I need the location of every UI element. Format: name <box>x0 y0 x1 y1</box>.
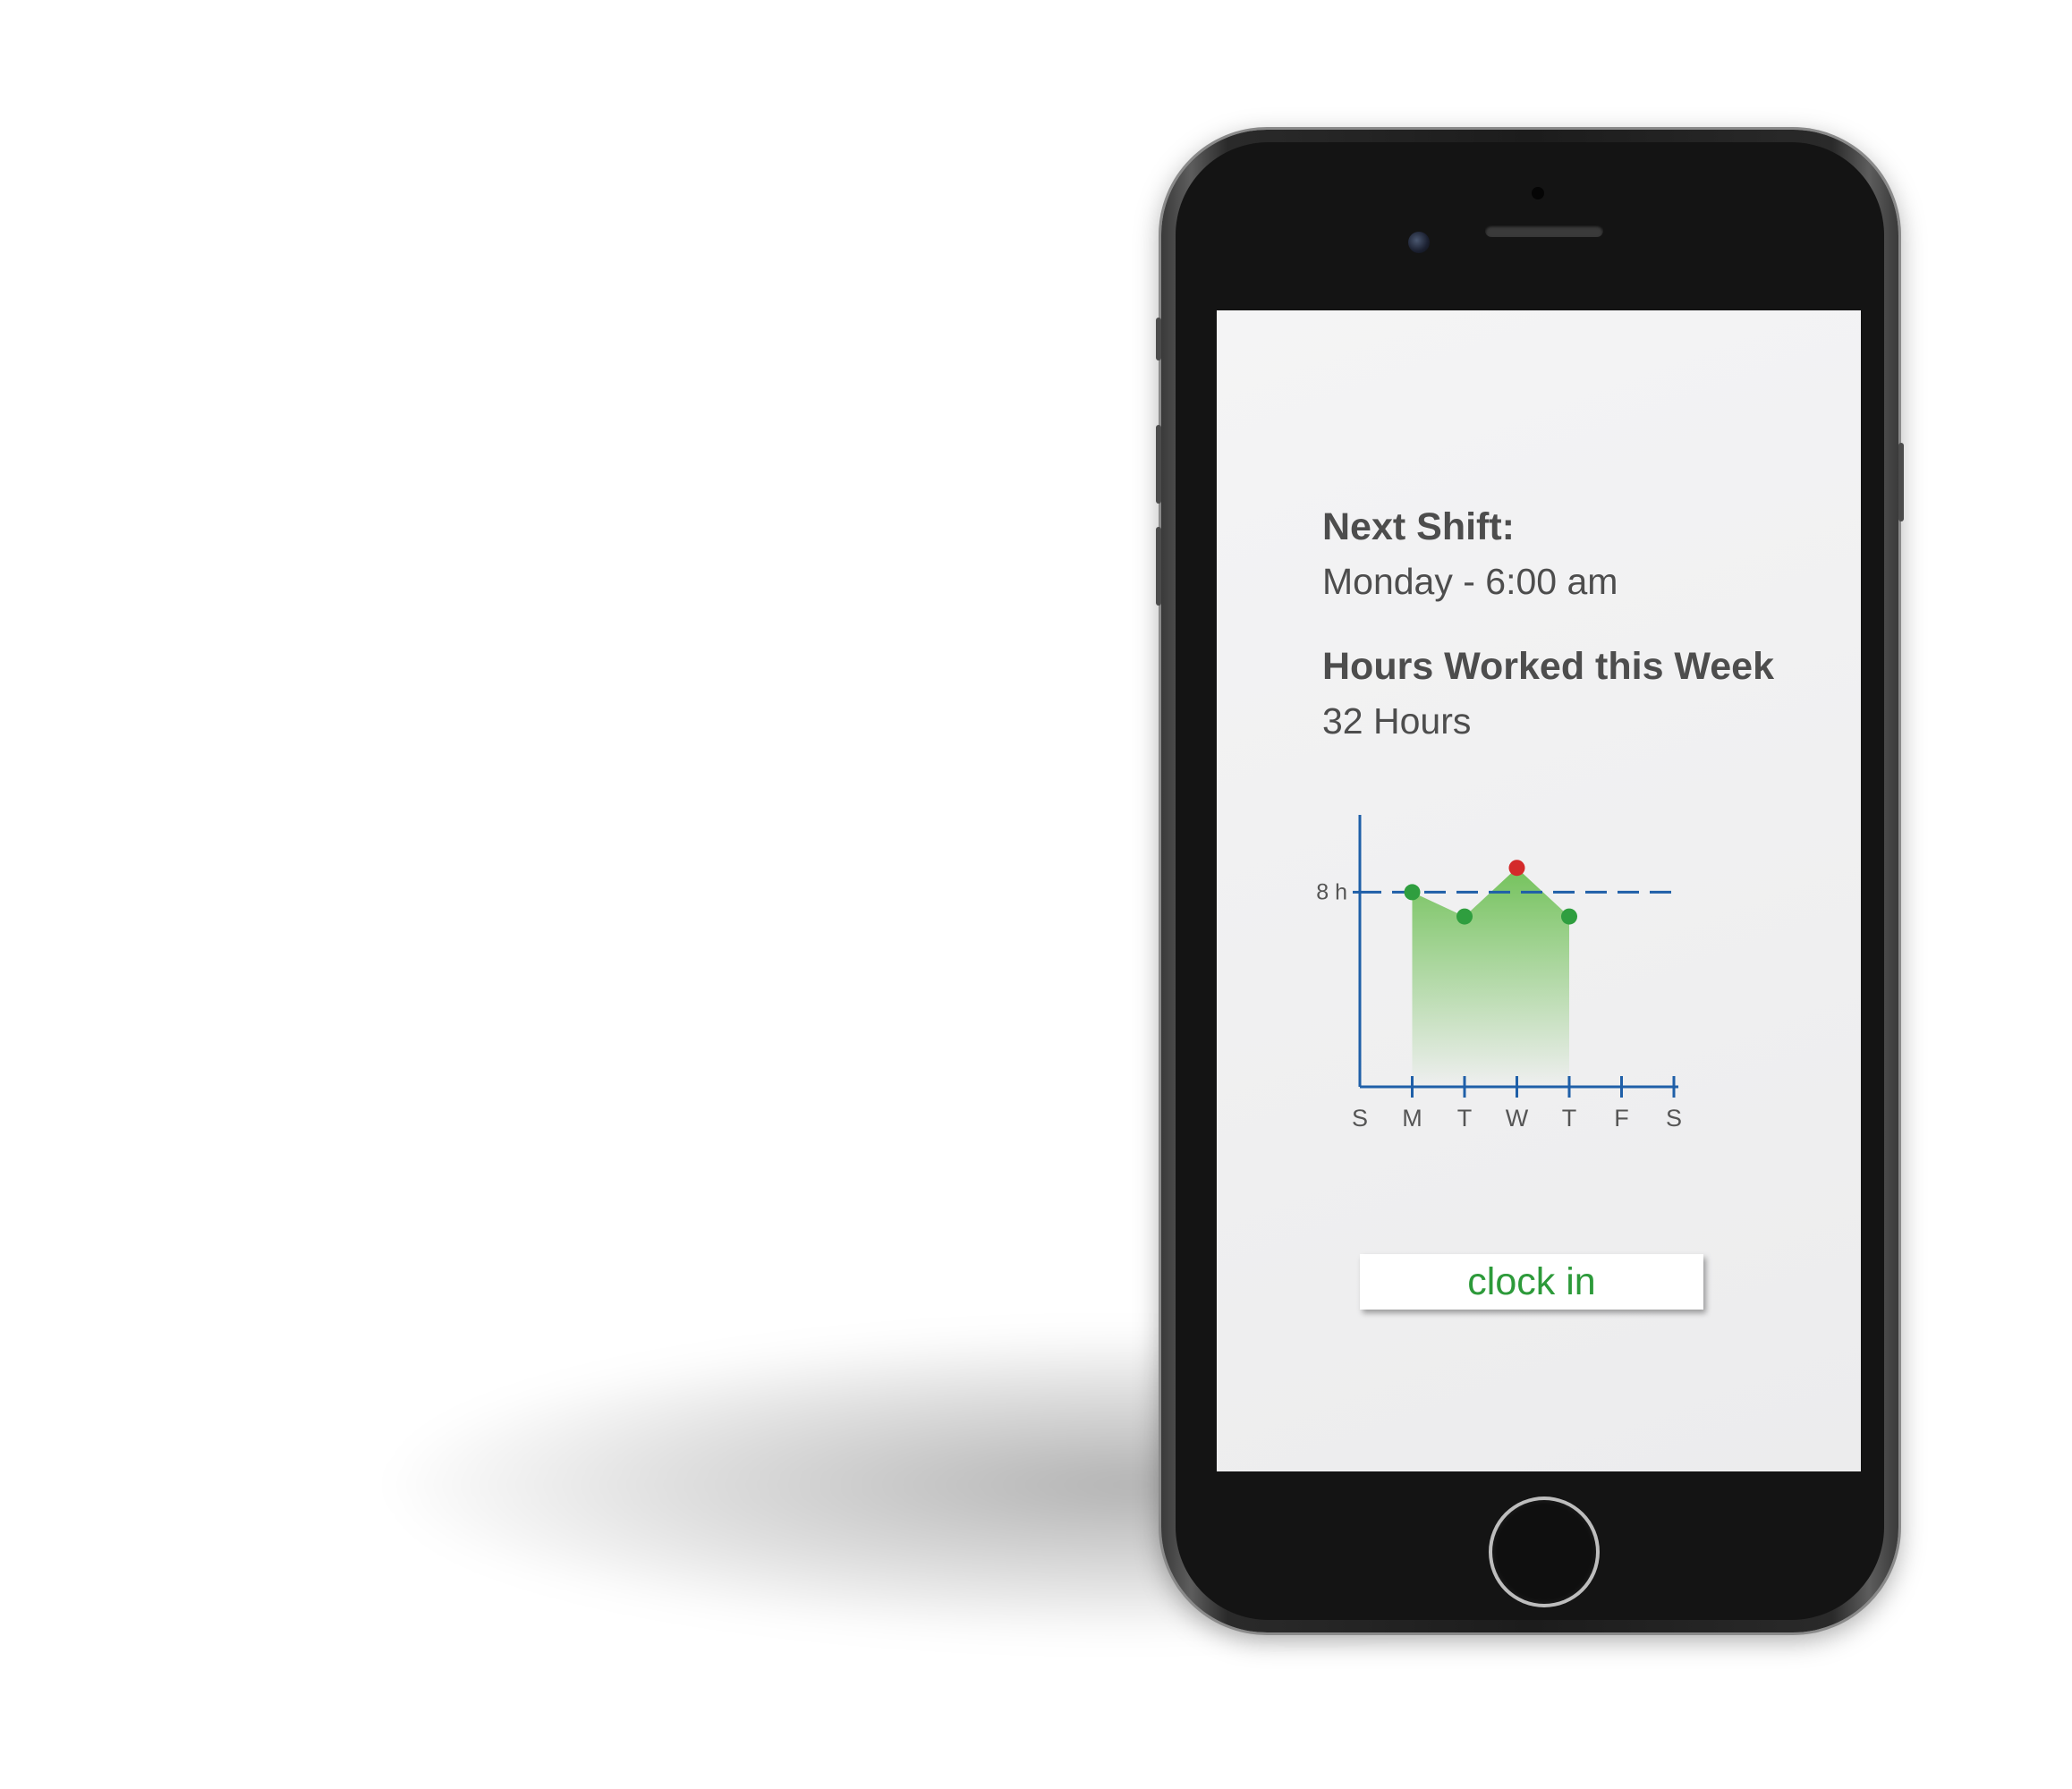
volume-up-button <box>1156 425 1161 504</box>
phone-device: Next Shift: Monday - 6:00 am Hours Worke… <box>1156 130 1904 1632</box>
day-label: T <box>1562 1105 1577 1132</box>
power-button <box>1898 443 1904 521</box>
day-label: M <box>1402 1105 1422 1132</box>
hours-worked-heading: Hours Worked this Week <box>1322 645 1774 688</box>
phone-front: Next Shift: Monday - 6:00 am Hours Worke… <box>1176 142 1884 1620</box>
hours-area <box>1412 868 1569 1087</box>
hours-worked-value: 32 Hours <box>1322 700 1472 742</box>
day-label: F <box>1614 1105 1629 1132</box>
weekly-hours-chart: 8 h S M T W T F S <box>1316 815 1682 1132</box>
earpiece-speaker <box>1485 225 1603 237</box>
next-shift-heading: Next Shift: <box>1322 505 1515 548</box>
hours-point <box>1404 884 1421 901</box>
over-target-point <box>1508 860 1525 877</box>
proximity-sensor-icon <box>1532 187 1544 199</box>
front-camera-icon <box>1408 232 1430 253</box>
day-label: W <box>1506 1105 1529 1132</box>
target-hours-label: 8 h <box>1316 879 1347 904</box>
home-button[interactable] <box>1492 1500 1596 1604</box>
hours-point <box>1561 908 1577 925</box>
hours-point <box>1456 908 1473 925</box>
app-screen: Next Shift: Monday - 6:00 am Hours Worke… <box>1217 310 1861 1471</box>
day-label: S <box>1352 1105 1368 1132</box>
next-shift-value: Monday - 6:00 am <box>1322 561 1618 602</box>
clock-in-button[interactable]: clock in <box>1360 1254 1703 1310</box>
day-label: S <box>1666 1105 1682 1132</box>
day-label: T <box>1457 1105 1473 1132</box>
mute-switch <box>1156 318 1161 360</box>
volume-down-button <box>1156 527 1161 606</box>
